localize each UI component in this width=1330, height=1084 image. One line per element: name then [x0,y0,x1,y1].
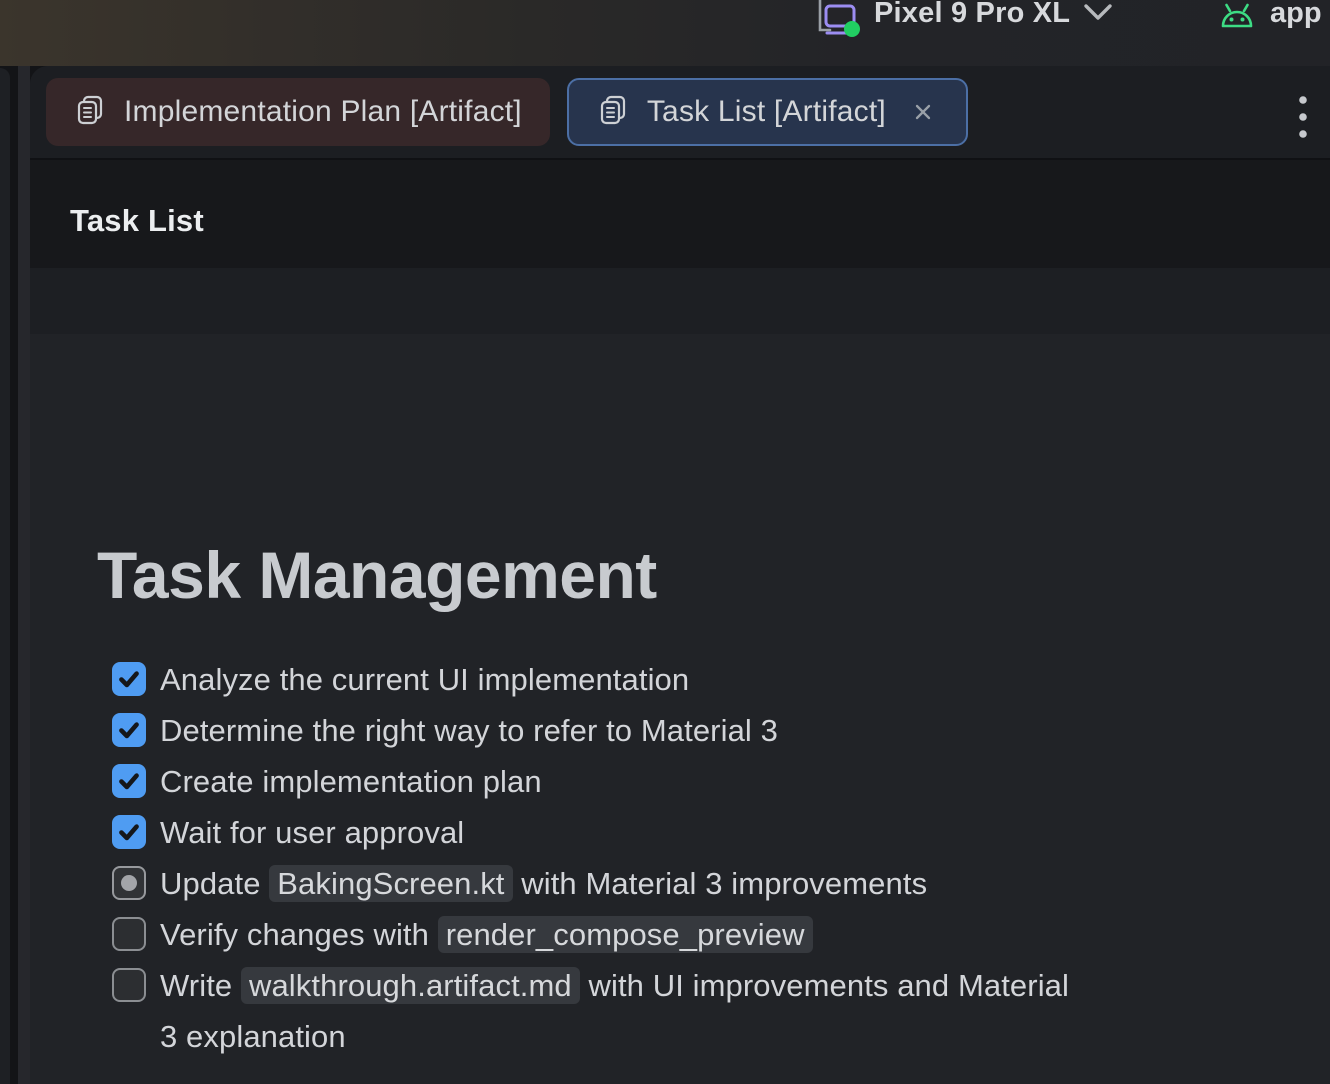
inline-code: BakingScreen.kt [269,865,512,902]
tab-task-list[interactable]: Task List [Artifact] [567,78,968,146]
task-text-segment: Update [160,866,269,901]
tab-label: Implementation Plan [Artifact] [124,95,522,129]
task-checkbox-checked[interactable] [112,815,146,849]
tab-label: Task List [Artifact] [647,95,886,129]
more-options-icon[interactable] [1290,94,1316,140]
task-text: Analyze the current UI implementation [160,654,689,705]
chevron-down-icon [1082,2,1114,31]
task-list-item: Write walkthrough.artifact.md with UI im… [112,960,1330,1062]
task-text: Update BakingScreen.kt with Material 3 i… [160,858,927,909]
run-configuration-selector[interactable]: app [1218,0,1322,44]
artifact-panel-header: Task List [30,160,1330,268]
close-icon[interactable] [908,97,938,127]
task-checkbox-unchecked[interactable] [112,968,146,1002]
task-text-segment: Create implementation plan [160,764,542,799]
task-text-segment: with Material 3 improvements [513,866,928,901]
task-text-segment: Verify changes with [160,917,438,952]
task-text: Verify changes with render_compose_previ… [160,909,813,960]
task-list: Analyze the current UI implementation De… [112,654,1330,1062]
panel-title: Task List [70,203,204,239]
task-list-item: Update BakingScreen.kt with Material 3 i… [112,858,1330,909]
task-checkbox-unchecked[interactable] [112,917,146,951]
tab-implementation-plan[interactable]: Implementation Plan [Artifact] [46,78,550,146]
task-text: Determine the right way to refer to Mate… [160,705,778,756]
task-text: Write walkthrough.artifact.md with UI im… [160,960,1080,1062]
device-selector-dropdown[interactable]: Pixel 9 Pro XL [810,0,1114,44]
document-heading: Task Management [97,539,1330,612]
inline-code: render_compose_preview [438,916,813,953]
task-text-segment: Analyze the current UI implementation [160,662,689,697]
artifact-panel: Implementation Plan [Artifact] Task List… [30,66,1330,1084]
task-checkbox-checked[interactable] [112,713,146,747]
task-text: Create implementation plan [160,756,542,807]
task-checkbox-checked[interactable] [112,662,146,696]
top-toolbar: Pixel 9 Pro XL app [0,0,1330,66]
panel-divider [18,66,30,1084]
task-text-segment: Wait for user approval [160,815,464,850]
task-checkbox-checked[interactable] [112,764,146,798]
task-list-item: Analyze the current UI implementation [112,654,1330,705]
task-list-item: Create implementation plan [112,756,1330,807]
artifact-content: Task Management Analyze the current UI i… [30,334,1330,1084]
task-text: Wait for user approval [160,807,464,858]
device-name-label: Pixel 9 Pro XL [874,0,1070,30]
task-checkbox-in_progress[interactable] [112,866,146,900]
task-list-item: Determine the right way to refer to Mate… [112,705,1330,756]
device-mirror-icon [810,0,862,32]
task-list-item: Verify changes with render_compose_previ… [112,909,1330,960]
adjacent-panel-edge [0,68,10,1084]
task-text-segment: Write [160,968,241,1003]
android-icon [1218,0,1256,39]
task-list-item: Wait for user approval [112,807,1330,858]
artifact-document-icon [597,94,629,131]
run-config-label: app [1270,0,1322,30]
artifact-document-icon [74,94,106,131]
inline-code: walkthrough.artifact.md [241,967,580,1004]
task-text-segment: Determine the right way to refer to Mate… [160,713,778,748]
artifact-tab-bar: Implementation Plan [Artifact] Task List… [30,66,1330,160]
